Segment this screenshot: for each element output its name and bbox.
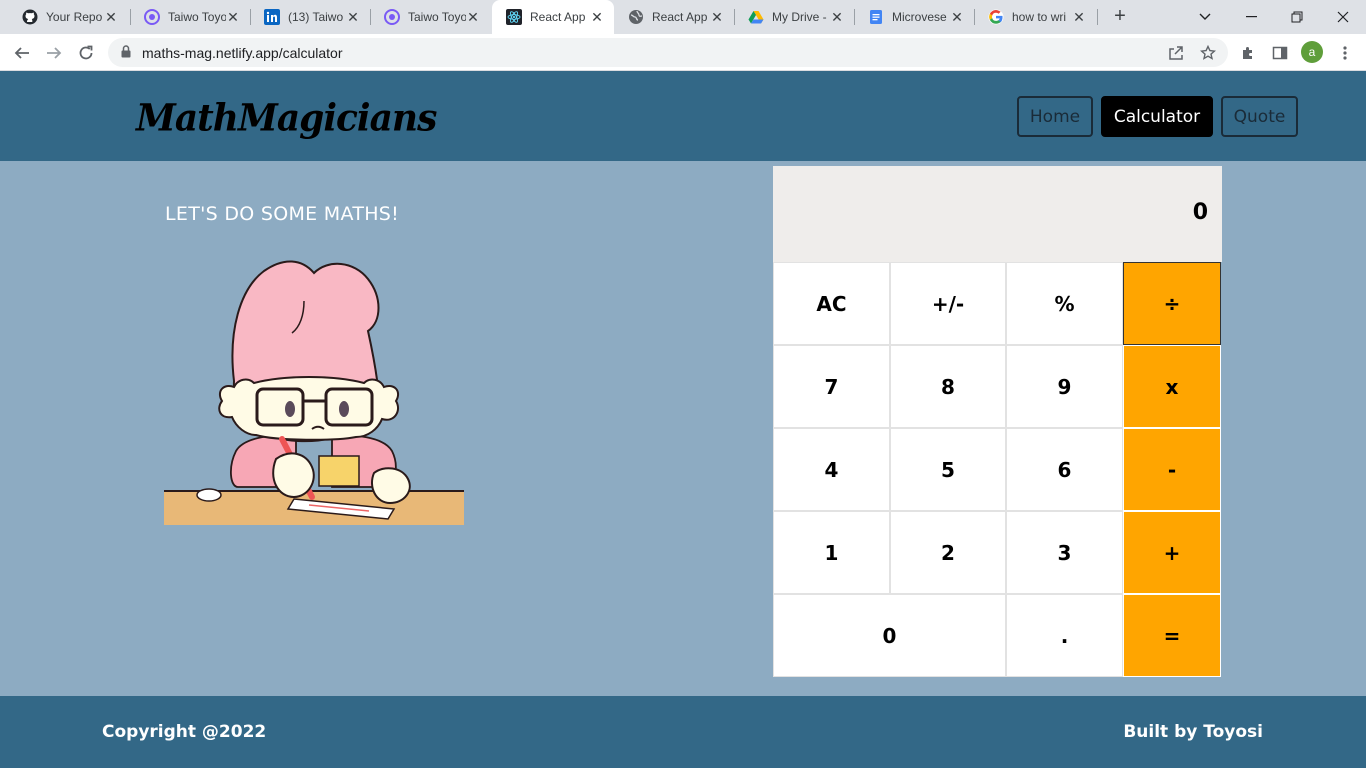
close-window-icon[interactable] [1320,0,1366,34]
profile-avatar[interactable]: a [1301,41,1323,63]
tab-title: Your Repo [46,10,103,24]
google-docs-icon [868,9,884,25]
site-footer: Copyright @2022 Built by Toyosi [0,696,1366,768]
globe-icon [628,9,644,25]
close-tab-icon[interactable]: ✕ [1072,9,1086,26]
key-toggle-sign[interactable]: +/- [890,262,1006,345]
portfolio-icon [384,9,400,25]
browser-tab[interactable]: Microvese ✕ [854,0,974,34]
key-add[interactable]: + [1123,511,1221,594]
forward-arrow-icon[interactable] [43,42,65,64]
site-header: MathMagicians Home Calculator Quote [0,71,1366,161]
tab-title: how to wri [1012,10,1067,24]
portfolio-icon [144,9,160,25]
calculator-display: 0 [773,166,1222,262]
github-icon [22,9,38,25]
restore-icon[interactable] [1274,0,1320,34]
key-8[interactable]: 8 [890,345,1006,428]
author-credit: Built by Toyosi [1123,722,1263,742]
calculator: 0 AC +/- % ÷ 7 8 9 x 4 5 6 - 1 2 3 + 0 .… [773,166,1222,677]
tab-search-chevron-icon[interactable] [1182,0,1228,34]
key-0[interactable]: 0 [773,594,1006,677]
tab-title: React App [530,10,586,24]
lock-icon [121,45,131,63]
tab-title: (13) Taiwo [288,10,344,24]
key-2[interactable]: 2 [890,511,1006,594]
share-icon[interactable] [1167,44,1185,62]
browser-tab[interactable]: (13) Taiwo ✕ [250,0,370,34]
nav-calculator-button[interactable]: Calculator [1101,96,1213,137]
new-tab-button[interactable]: + [1110,6,1130,26]
kebab-menu-icon[interactable] [1335,43,1355,63]
key-all-clear[interactable]: AC [773,262,890,345]
close-tab-icon[interactable]: ✕ [590,9,604,26]
extensions-puzzle-icon[interactable] [1238,43,1258,63]
tab-title: Taiwo Toyo [408,10,466,24]
greeting-heading: LET'S DO SOME MATHS! [165,203,400,225]
key-subtract[interactable]: - [1123,428,1221,511]
tab-title: Microvese [892,10,947,24]
key-divide[interactable]: ÷ [1123,262,1221,345]
nav-home-button[interactable]: Home [1017,96,1093,137]
tab-title: Taiwo Toyo [168,10,226,24]
key-7[interactable]: 7 [773,345,890,428]
key-equals[interactable]: = [1123,594,1221,677]
bookmark-star-icon[interactable] [1199,44,1217,62]
key-3[interactable]: 3 [1006,511,1123,594]
close-tab-icon[interactable]: ✕ [346,9,360,26]
page-body: MathMagicians Home Calculator Quote LET'… [0,71,1366,768]
linkedin-icon [264,9,280,25]
key-4[interactable]: 4 [773,428,890,511]
close-tab-icon[interactable]: ✕ [830,9,844,26]
browser-toolbar: maths-mag.netlify.app/calculator a [0,34,1366,71]
browser-tab[interactable]: Taiwo Toyo ✕ [130,0,250,34]
browser-tab-strip: Your Repo ✕ Taiwo Toyo ✕ (13) Taiwo ✕ Ta… [0,0,1366,34]
tab-title: My Drive - [772,10,827,24]
side-panel-icon[interactable] [1270,43,1290,63]
bunny-studying-illustration [164,260,464,525]
key-percent[interactable]: % [1006,262,1123,345]
browser-tab[interactable]: how to wri ✕ [974,0,1096,34]
browser-tab[interactable]: My Drive - ✕ [734,0,854,34]
minimize-icon[interactable] [1228,0,1274,34]
address-bar[interactable]: maths-mag.netlify.app/calculator [108,38,1228,67]
close-tab-icon[interactable]: ✕ [950,9,964,26]
key-9[interactable]: 9 [1006,345,1123,428]
close-tab-icon[interactable]: ✕ [710,9,724,26]
key-multiply[interactable]: x [1123,345,1221,428]
back-arrow-icon[interactable] [11,42,33,64]
close-tab-icon[interactable]: ✕ [226,9,240,26]
site-logo[interactable]: MathMagicians [136,96,437,140]
url-text: maths-mag.netlify.app/calculator [142,45,343,61]
browser-tab-active[interactable]: React App ✕ [492,0,614,34]
google-icon [988,9,1004,25]
key-6[interactable]: 6 [1006,428,1123,511]
key-decimal[interactable]: . [1006,594,1123,677]
browser-tab[interactable]: Your Repo ✕ [8,0,128,34]
tab-title: React App [652,10,708,24]
reload-icon[interactable] [75,42,97,64]
browser-tab[interactable]: Taiwo Toyo ✕ [370,0,490,34]
key-5[interactable]: 5 [890,428,1006,511]
react-icon [506,9,522,25]
key-1[interactable]: 1 [773,511,890,594]
close-tab-icon[interactable]: ✕ [466,9,480,26]
nav-quote-button[interactable]: Quote [1221,96,1298,137]
close-tab-icon[interactable]: ✕ [104,9,118,26]
display-value: 0 [1192,200,1208,225]
copyright-text: Copyright @2022 [102,722,267,742]
google-drive-icon [748,9,764,25]
browser-tab[interactable]: React App ✕ [614,0,734,34]
